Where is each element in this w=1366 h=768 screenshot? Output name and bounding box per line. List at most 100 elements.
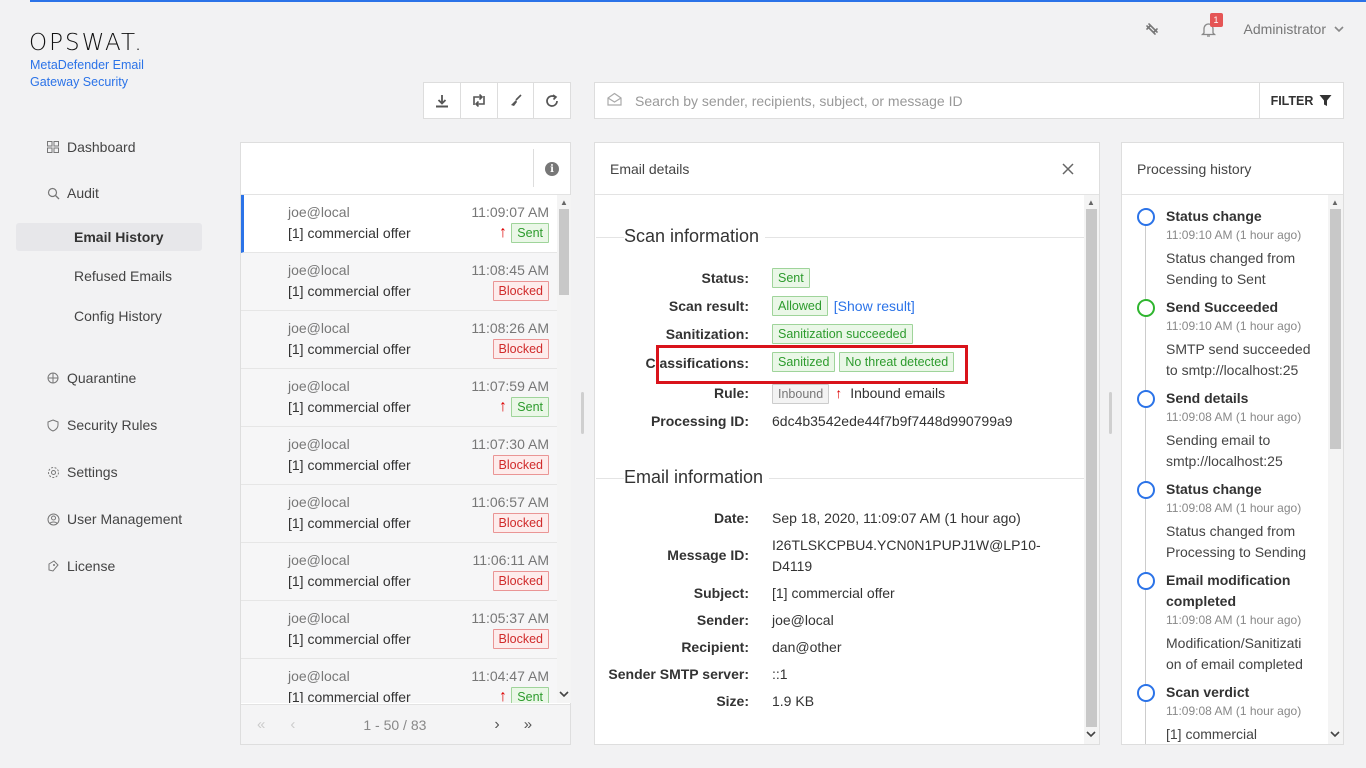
- download-button[interactable]: [424, 83, 461, 118]
- scroll-down-icon[interactable]: [559, 685, 569, 701]
- email-status-badge: Blocked: [492, 339, 549, 359]
- email-details-content: Scan information Status: Sent Scan resul…: [595, 195, 1084, 744]
- email-list-row[interactable]: joe@local 11:08:26 AM [1] commercial offer…: [241, 311, 557, 369]
- sidebar-label-settings: Settings: [67, 464, 118, 480]
- retry-button[interactable]: [461, 83, 498, 118]
- sidebar-item-security-rules[interactable]: Security Rules: [46, 417, 157, 433]
- user-menu-name[interactable]: Administrator: [1244, 21, 1326, 37]
- subject-label: Subject:: [693, 585, 749, 601]
- email-sender: joe@local: [288, 204, 350, 220]
- highlight-box: [656, 345, 968, 384]
- sidebar-label-quarantine: Quarantine: [67, 370, 137, 386]
- refresh-button[interactable]: [534, 83, 570, 118]
- scrollbar-thumb[interactable]: [1330, 209, 1341, 449]
- processing-history-header: Processing history: [1122, 143, 1343, 195]
- sidebar-item-email-history[interactable]: Email History: [74, 229, 163, 245]
- sidebar-item-audit[interactable]: Audit: [46, 185, 99, 201]
- history-item-title: Send details: [1166, 390, 1249, 406]
- clean-button[interactable]: [498, 83, 535, 118]
- email-subject: [1] commercial offer: [288, 631, 411, 647]
- history-item-time: 11:09:08 AM (1 hour ago): [1166, 704, 1302, 718]
- resize-handle[interactable]: [1109, 392, 1112, 434]
- details-scrollbar[interactable]: ▲: [1084, 195, 1099, 744]
- email-sender: joe@local: [288, 320, 350, 336]
- resize-handle[interactable]: [581, 392, 584, 434]
- email-list-row[interactable]: joe@local 11:09:07 AM [1] commercial offer…: [241, 195, 557, 253]
- scroll-up-icon[interactable]: ▲: [560, 198, 568, 207]
- email-list-row[interactable]: joe@local 11:07:59 AM [1] commercial offer…: [241, 369, 557, 427]
- email-details-panel: Email details Scan information Status: S…: [594, 142, 1100, 745]
- email-list-scrollbar[interactable]: ▲: [557, 195, 571, 703]
- email-list-row[interactable]: joe@local 11:04:47 AM [1] commercial offer…: [241, 659, 557, 703]
- email-list-row[interactable]: joe@local 11:07:30 AM [1] commercial offer…: [241, 427, 557, 485]
- pagination-range: 1 - 50 / 83: [363, 716, 427, 733]
- filter-label: FILTER: [1270, 93, 1314, 108]
- date-label: Date:: [713, 510, 749, 526]
- size-value: 1.9 KB: [772, 693, 815, 709]
- scroll-up-icon[interactable]: ▲: [1087, 198, 1095, 207]
- email-sender: joe@local: [288, 552, 350, 568]
- email-sender: joe@local: [288, 378, 350, 394]
- scan-information-heading: Scan information: [624, 226, 766, 247]
- status-label: Status:: [701, 270, 749, 286]
- scroll-down-icon[interactable]: [1086, 725, 1096, 741]
- email-list-row[interactable]: joe@local 11:05:37 AM [1] commercial offer…: [241, 601, 557, 659]
- quarantine-icon: [46, 371, 60, 385]
- product-name: MetaDefender Email Gateway Security: [30, 58, 144, 89]
- sidebar-item-settings[interactable]: Settings: [46, 464, 118, 480]
- list-toolbar: [423, 82, 571, 119]
- email-status-badge: Blocked: [492, 513, 549, 533]
- status-badge: Sent: [772, 268, 810, 288]
- sender-value: joe@local: [772, 612, 834, 628]
- history-item-title: Email modification completed: [1166, 572, 1291, 609]
- timeline-dot-icon: [1137, 390, 1155, 408]
- close-icon[interactable]: [1062, 162, 1074, 175]
- show-result-link[interactable]: [Show result]: [834, 298, 915, 314]
- email-subject: [1] commercial offer: [288, 283, 411, 299]
- user-icon: [46, 512, 60, 526]
- top-accent-line: [30, 0, 1366, 2]
- email-list-row[interactable]: joe@local 11:06:57 AM [1] commercial offer…: [241, 485, 557, 543]
- email-subject: [1] commercial offer: [288, 573, 411, 589]
- history-item-time: 11:09:10 AM (1 hour ago): [1166, 319, 1302, 333]
- email-list-row[interactable]: joe@local 11:08:45 AM [1] commercial offer…: [241, 253, 557, 311]
- recipient-value: dan@other: [772, 639, 842, 655]
- scrollbar-thumb[interactable]: [1086, 209, 1097, 727]
- email-status-badge: Blocked: [492, 281, 549, 301]
- refresh-icon: [546, 93, 558, 107]
- filter-button[interactable]: FILTER: [1259, 83, 1343, 118]
- email-list-header: i: [241, 143, 570, 195]
- sender-smtp-value: ::1: [772, 666, 788, 682]
- notification-bell-icon[interactable]: 1: [1198, 13, 1223, 40]
- sidebar-item-config-history[interactable]: Config History: [74, 308, 162, 324]
- sidebar-item-dashboard[interactable]: Dashboard: [46, 139, 136, 155]
- sidebar-item-quarantine[interactable]: Quarantine: [46, 370, 136, 386]
- sidebar-item-user-management[interactable]: User Management: [46, 511, 182, 527]
- history-scrollbar[interactable]: ▲: [1328, 195, 1343, 744]
- email-subject: [1] commercial offer: [288, 515, 411, 531]
- last-page-icon[interactable]: »: [524, 716, 532, 733]
- email-status-badge: Sent: [511, 687, 549, 703]
- scrollbar-thumb[interactable]: [559, 209, 569, 295]
- prev-page-icon[interactable]: ‹: [290, 716, 295, 733]
- email-list-row[interactable]: joe@local 11:06:11 AM [1] commercial offer…: [241, 543, 557, 601]
- search-bar: FILTER: [594, 82, 1344, 119]
- info-icon[interactable]: i: [545, 162, 559, 176]
- envelope-open-icon: [607, 92, 623, 109]
- disconnect-icon[interactable]: [1142, 19, 1162, 39]
- opswat-logo: OPSWAT.: [29, 30, 144, 56]
- next-page-icon[interactable]: ›: [494, 716, 499, 734]
- scroll-down-icon[interactable]: [1330, 725, 1340, 741]
- sender-smtp-label: Sender SMTP server:: [608, 666, 749, 682]
- sidebar-item-license[interactable]: License: [46, 558, 115, 574]
- sidebar-item-refused-emails[interactable]: Refused Emails: [74, 268, 172, 284]
- first-page-icon[interactable]: «: [257, 716, 265, 733]
- notification-count-badge: 1: [1209, 13, 1223, 27]
- chevron-down-icon[interactable]: [1334, 22, 1344, 36]
- search-input[interactable]: [623, 83, 1259, 118]
- scroll-up-icon[interactable]: ▲: [1331, 198, 1339, 207]
- email-time: 11:05:37 AM: [471, 610, 549, 626]
- email-time: 11:06:57 AM: [471, 494, 549, 510]
- timeline-dot-icon: [1137, 299, 1155, 317]
- timeline-dot-icon: [1137, 572, 1155, 590]
